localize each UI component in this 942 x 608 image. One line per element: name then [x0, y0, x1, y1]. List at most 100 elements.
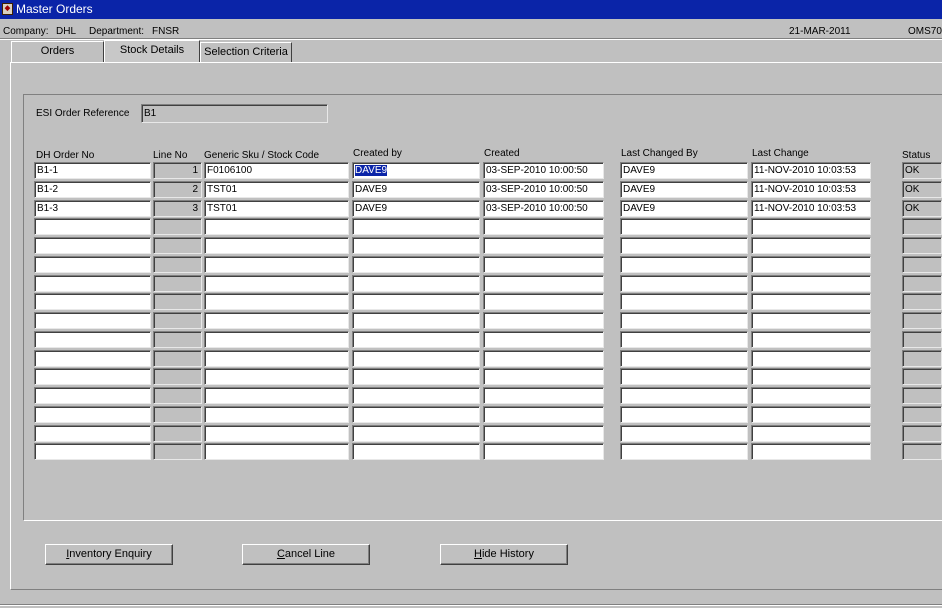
- cell-dh-order-no[interactable]: [34, 293, 151, 310]
- cell-last-changed-by[interactable]: [620, 406, 748, 423]
- cell-dh-order-no[interactable]: [34, 425, 151, 442]
- cell-created[interactable]: [483, 256, 604, 273]
- tab-stock-details[interactable]: Stock Details: [104, 40, 200, 63]
- cell-created-by[interactable]: [352, 443, 480, 460]
- esi-order-reference-field[interactable]: B1: [141, 104, 328, 123]
- cell-created-by[interactable]: [352, 275, 480, 292]
- cell-last-change[interactable]: [751, 425, 871, 442]
- cell-sku[interactable]: [204, 368, 349, 385]
- cell-created-by[interactable]: DAVE9: [352, 162, 480, 179]
- cell-last-changed-by[interactable]: [620, 218, 748, 235]
- cell-sku[interactable]: [204, 350, 349, 367]
- tab-orders[interactable]: Orders: [11, 41, 104, 62]
- cell-last-changed-by[interactable]: DAVE9: [620, 181, 748, 198]
- cell-line-no[interactable]: 2: [153, 181, 202, 198]
- cell-last-changed-by[interactable]: [620, 331, 748, 348]
- cell-created-by[interactable]: [352, 256, 480, 273]
- cell-dh-order-no[interactable]: [34, 256, 151, 273]
- cell-status[interactable]: [902, 425, 942, 442]
- cell-last-change[interactable]: 11-NOV-2010 10:03:53: [751, 200, 871, 217]
- cell-status[interactable]: OK: [902, 181, 942, 198]
- cell-status[interactable]: [902, 387, 942, 404]
- cell-line-no[interactable]: 1: [153, 162, 202, 179]
- cell-created[interactable]: [483, 237, 604, 254]
- cell-sku[interactable]: [204, 237, 349, 254]
- cell-status[interactable]: [902, 256, 942, 273]
- cell-created[interactable]: [483, 331, 604, 348]
- cell-dh-order-no[interactable]: [34, 350, 151, 367]
- cell-created[interactable]: [483, 425, 604, 442]
- cell-status[interactable]: [902, 275, 942, 292]
- cell-last-changed-by[interactable]: [620, 387, 748, 404]
- cell-line-no[interactable]: [153, 312, 202, 329]
- cell-sku[interactable]: [204, 406, 349, 423]
- hide-history-button[interactable]: Hide History: [440, 544, 568, 565]
- cell-created[interactable]: [483, 387, 604, 404]
- cell-created[interactable]: 03-SEP-2010 10:00:50: [483, 181, 604, 198]
- cell-created[interactable]: 03-SEP-2010 10:00:50: [483, 200, 604, 217]
- cell-sku[interactable]: [204, 293, 349, 310]
- cell-last-changed-by[interactable]: DAVE9: [620, 200, 748, 217]
- cell-last-change[interactable]: [751, 350, 871, 367]
- cell-created-by[interactable]: [352, 237, 480, 254]
- cell-last-change[interactable]: [751, 387, 871, 404]
- cell-dh-order-no[interactable]: [34, 406, 151, 423]
- inventory-enquiry-button[interactable]: Inventory Enquiry: [45, 544, 173, 565]
- cell-created-by[interactable]: [352, 368, 480, 385]
- cell-created[interactable]: [483, 368, 604, 385]
- cell-last-change[interactable]: [751, 293, 871, 310]
- cell-status[interactable]: OK: [902, 162, 942, 179]
- cell-created[interactable]: [483, 293, 604, 310]
- cell-last-changed-by[interactable]: [620, 350, 748, 367]
- cell-created-by[interactable]: [352, 312, 480, 329]
- cell-last-changed-by[interactable]: [620, 312, 748, 329]
- cell-last-change[interactable]: [751, 406, 871, 423]
- cell-last-change[interactable]: [751, 256, 871, 273]
- cell-dh-order-no[interactable]: [34, 218, 151, 235]
- cell-last-change[interactable]: [751, 218, 871, 235]
- cell-last-changed-by[interactable]: [620, 237, 748, 254]
- cell-sku[interactable]: TST01: [204, 181, 349, 198]
- tab-selection-criteria[interactable]: Selection Criteria: [200, 42, 292, 63]
- cell-last-change[interactable]: [751, 443, 871, 460]
- cell-status[interactable]: [902, 293, 942, 310]
- cell-line-no[interactable]: [153, 275, 202, 292]
- cell-sku[interactable]: [204, 218, 349, 235]
- window-titlebar[interactable]: ◆ Master Orders: [0, 0, 942, 19]
- cell-created[interactable]: [483, 406, 604, 423]
- cell-created-by[interactable]: [352, 293, 480, 310]
- cell-created[interactable]: [483, 218, 604, 235]
- cell-sku[interactable]: [204, 387, 349, 404]
- cell-last-changed-by[interactable]: [620, 275, 748, 292]
- cell-dh-order-no[interactable]: [34, 275, 151, 292]
- cell-dh-order-no[interactable]: [34, 368, 151, 385]
- cell-last-changed-by[interactable]: DAVE9: [620, 162, 748, 179]
- cell-last-change[interactable]: [751, 368, 871, 385]
- cell-line-no[interactable]: [153, 237, 202, 254]
- cell-last-change[interactable]: [751, 275, 871, 292]
- cell-created[interactable]: 03-SEP-2010 10:00:50: [483, 162, 604, 179]
- cell-dh-order-no[interactable]: [34, 387, 151, 404]
- cell-dh-order-no[interactable]: [34, 443, 151, 460]
- cell-created[interactable]: [483, 275, 604, 292]
- cell-status[interactable]: [902, 443, 942, 460]
- cell-dh-order-no[interactable]: [34, 312, 151, 329]
- cell-status[interactable]: [902, 312, 942, 329]
- cell-created-by[interactable]: DAVE9: [352, 181, 480, 198]
- cell-last-change[interactable]: 11-NOV-2010 10:03:53: [751, 181, 871, 198]
- cell-created-by[interactable]: [352, 350, 480, 367]
- cell-sku[interactable]: [204, 443, 349, 460]
- cell-last-change[interactable]: [751, 331, 871, 348]
- cancel-line-button[interactable]: Cancel Line: [242, 544, 370, 565]
- cell-last-changed-by[interactable]: [620, 425, 748, 442]
- cell-sku[interactable]: [204, 312, 349, 329]
- cell-last-changed-by[interactable]: [620, 293, 748, 310]
- cell-line-no[interactable]: [153, 350, 202, 367]
- cell-created-by[interactable]: DAVE9: [352, 200, 480, 217]
- cell-dh-order-no[interactable]: B1-1: [34, 162, 151, 179]
- cell-status[interactable]: [902, 218, 942, 235]
- cell-status[interactable]: [902, 350, 942, 367]
- cell-created[interactable]: [483, 350, 604, 367]
- cell-created-by[interactable]: [352, 425, 480, 442]
- cell-dh-order-no[interactable]: B1-3: [34, 200, 151, 217]
